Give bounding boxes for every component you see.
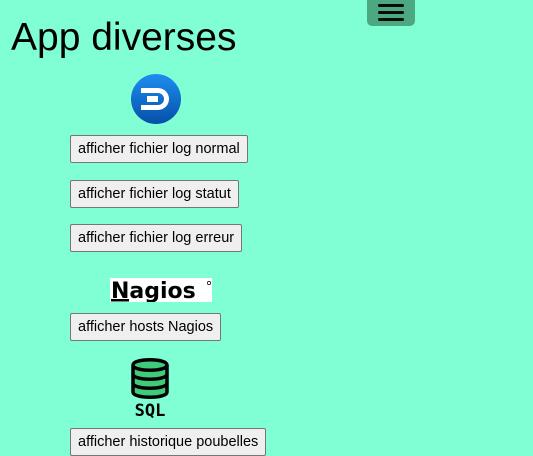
show-nagios-hosts-button[interactable]: afficher hosts Nagios bbox=[70, 313, 222, 341]
hamburger-menu-icon bbox=[378, 3, 404, 7]
show-trash-history-button[interactable]: afficher historique poubelles bbox=[70, 428, 267, 456]
d-logo-icon bbox=[131, 74, 181, 124]
sql-database-icon: SQL bbox=[131, 358, 169, 419]
nagios-logo: Nagios bbox=[110, 278, 212, 302]
show-log-error-button[interactable]: afficher fichier log erreur bbox=[70, 224, 243, 252]
svg-text:Nagios: Nagios bbox=[111, 279, 196, 302]
menu-button[interactable] bbox=[367, 0, 415, 26]
show-log-normal-button[interactable]: afficher fichier log normal bbox=[70, 135, 248, 163]
page-title: App diverses bbox=[11, 16, 237, 59]
svg-text:SQL: SQL bbox=[135, 401, 166, 419]
show-log-status-button[interactable]: afficher fichier log statut bbox=[70, 180, 239, 208]
